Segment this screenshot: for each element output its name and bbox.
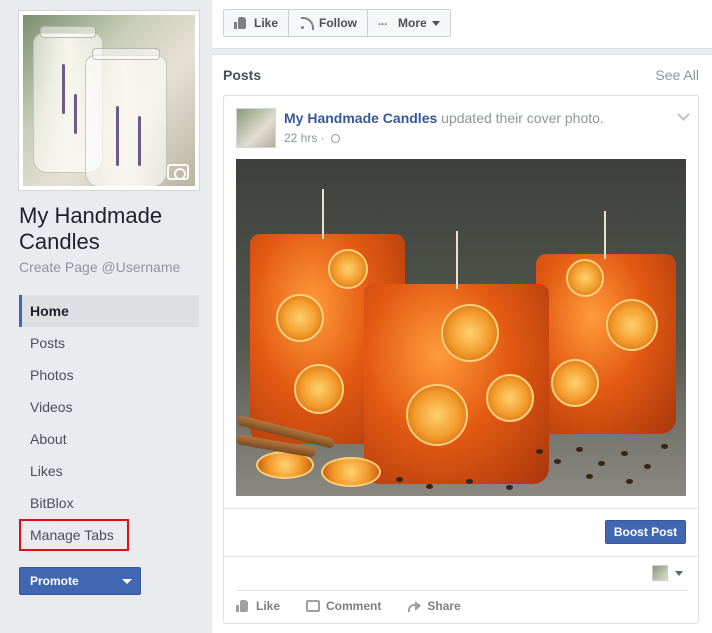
post-like-label: Like bbox=[256, 599, 281, 613]
boost-post-button[interactable]: Boost Post bbox=[605, 520, 686, 544]
chevron-down-icon[interactable] bbox=[677, 108, 690, 121]
divider bbox=[224, 556, 698, 557]
share-icon bbox=[407, 600, 422, 612]
page-title: My Handmade Candles bbox=[19, 203, 163, 254]
follow-button[interactable]: Follow bbox=[289, 10, 369, 36]
more-label: More bbox=[398, 16, 427, 30]
chevron-down-icon[interactable] bbox=[122, 579, 132, 584]
create-username-link[interactable]: Create Page @Username bbox=[19, 259, 180, 275]
sidebar-item-home[interactable]: Home bbox=[19, 295, 199, 327]
avatar[interactable] bbox=[236, 108, 276, 148]
post-comment-label: Comment bbox=[326, 599, 382, 613]
post-header: My Handmade Candles updated their cover … bbox=[284, 110, 604, 126]
post-share-button[interactable]: Share bbox=[407, 599, 461, 613]
sidebar-nav: Home Posts Photos Videos About Likes Bit… bbox=[19, 295, 199, 519]
jar-decoration bbox=[85, 48, 167, 186]
sidebar-item-posts[interactable]: Posts bbox=[19, 327, 199, 359]
post-comment-button[interactable]: Comment bbox=[306, 599, 381, 613]
post-share-label: Share bbox=[427, 599, 461, 613]
more-button[interactable]: ··· More bbox=[368, 10, 450, 36]
chevron-down-icon bbox=[431, 20, 440, 26]
follow-label: Follow bbox=[319, 16, 358, 30]
sidebar-item-about[interactable]: About bbox=[19, 423, 199, 455]
like-button[interactable]: Like bbox=[224, 10, 290, 36]
see-all-link[interactable]: See All bbox=[655, 67, 699, 83]
post-action-bar: Like Comment Share bbox=[224, 596, 698, 616]
profile-photo bbox=[23, 15, 195, 186]
action-button-group: Like Follow ··· More bbox=[223, 9, 451, 37]
sidebar-item-videos[interactable]: Videos bbox=[19, 391, 199, 423]
camera-icon[interactable] bbox=[167, 164, 189, 180]
avatar[interactable] bbox=[652, 565, 668, 581]
divider bbox=[224, 508, 698, 509]
manage-tabs-link[interactable]: Manage Tabs bbox=[19, 519, 129, 551]
page-action-bar: Like Follow ··· More bbox=[212, 0, 712, 49]
chevron-down-icon[interactable] bbox=[675, 571, 683, 576]
sidebar-item-photos[interactable]: Photos bbox=[19, 359, 199, 391]
post-action-text: updated their cover photo. bbox=[441, 110, 604, 126]
posts-heading: Posts bbox=[223, 67, 262, 83]
left-column: My Handmade Candles Create Page @Usernam… bbox=[0, 0, 212, 633]
comment-icon bbox=[306, 600, 321, 612]
post-like-button[interactable]: Like bbox=[236, 599, 280, 613]
post-card: My Handmade Candles updated their cover … bbox=[223, 95, 699, 624]
thumbs-up-icon bbox=[234, 17, 248, 29]
posts-panel: Posts See All My Handmade Candles update… bbox=[212, 54, 712, 633]
sidebar-item-likes[interactable]: Likes bbox=[19, 455, 199, 487]
post-author-link[interactable]: My Handmade Candles bbox=[284, 110, 437, 126]
dots-icon: ··· bbox=[378, 17, 388, 31]
promote-label: Promote bbox=[30, 574, 79, 588]
post-photo[interactable] bbox=[236, 159, 686, 496]
sidebar-item-bitblox[interactable]: BitBlox bbox=[19, 487, 199, 519]
thumbs-up-icon bbox=[236, 600, 250, 612]
promote-button[interactable]: Promote bbox=[19, 567, 141, 595]
post-timestamp[interactable]: 22 hrs · bbox=[284, 131, 341, 145]
timestamp-text: 22 hrs · bbox=[284, 131, 325, 145]
rss-icon bbox=[299, 17, 315, 30]
divider bbox=[236, 590, 688, 591]
like-label: Like bbox=[254, 16, 279, 30]
profile-picture[interactable] bbox=[18, 10, 200, 191]
globe-icon bbox=[331, 134, 341, 143]
